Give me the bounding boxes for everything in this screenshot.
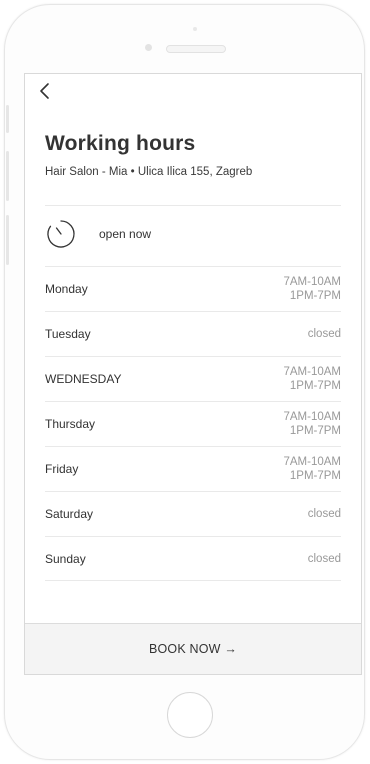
table-row: Friday 7AM-10AM 1PM-7PM	[45, 446, 341, 491]
divider	[45, 205, 341, 206]
mute-switch	[6, 105, 9, 133]
hours-line: 1PM-7PM	[289, 290, 341, 302]
table-row: Monday 7AM-10AM 1PM-7PM	[45, 266, 341, 311]
hours-value: closed	[308, 327, 341, 341]
earpiece-speaker	[166, 45, 226, 53]
hours-value: closed	[308, 507, 341, 521]
hours-line: 7AM-10AM	[283, 276, 341, 288]
back-arrow-icon[interactable]	[35, 80, 57, 102]
hours-line: 7AM-10AM	[283, 366, 341, 378]
front-camera	[193, 27, 197, 31]
hours-line: closed	[307, 328, 341, 340]
clock-icon	[45, 218, 77, 250]
hours-line: 7AM-10AM	[283, 456, 341, 468]
hours-line: closed	[307, 552, 341, 565]
hours-line: closed	[307, 508, 341, 520]
home-button[interactable]	[167, 692, 213, 738]
open-status: open now	[45, 216, 341, 252]
table-row: Sunday closed	[45, 536, 341, 581]
book-now-button[interactable]: BOOK NOW →	[25, 623, 361, 674]
hours-value: closed	[308, 552, 341, 566]
table-row: Saturday closed	[45, 491, 341, 536]
hours-value: 7AM-10AM 1PM-7PM	[283, 275, 341, 303]
volume-down-button	[6, 215, 9, 265]
hours-line: 1PM-7PM	[289, 425, 341, 437]
proximity-sensor	[145, 44, 152, 51]
day-label: Tuesday	[45, 327, 91, 341]
day-label: WEDNESDAY	[45, 372, 122, 386]
status-text: open now	[99, 227, 152, 241]
volume-up-button	[6, 151, 9, 201]
hours-value: 7AM-10AM 1PM-7PM	[283, 365, 341, 393]
hours-line: 1PM-7PM	[289, 380, 341, 392]
table-row: WEDNESDAY 7AM-10AM 1PM-7PM	[45, 356, 341, 401]
page-title: Working hours	[45, 132, 196, 155]
table-row: Thursday 7AM-10AM 1PM-7PM	[45, 401, 341, 446]
app-screen: Working hours Hair Salon - Mia • Ulica I…	[24, 73, 362, 675]
table-row: Tuesday closed	[45, 311, 341, 356]
hours-line: 7AM-10AM	[283, 411, 341, 423]
salon-address: Hair Salon - Mia • Ulica Ilica 155, Zagr…	[45, 166, 253, 178]
day-label: Friday	[45, 462, 79, 476]
hours-line: 1PM-7PM	[289, 470, 341, 482]
hours-value: 7AM-10AM 1PM-7PM	[283, 410, 341, 438]
day-label: Saturday	[45, 507, 94, 521]
hours-value: 7AM-10AM 1PM-7PM	[283, 455, 341, 483]
hours-list: Monday 7AM-10AM 1PM-7PM Tuesday closed W…	[45, 266, 341, 581]
day-label: Monday	[45, 282, 88, 296]
day-label: Thursday	[45, 417, 96, 431]
day-label: Sunday	[45, 551, 86, 566]
